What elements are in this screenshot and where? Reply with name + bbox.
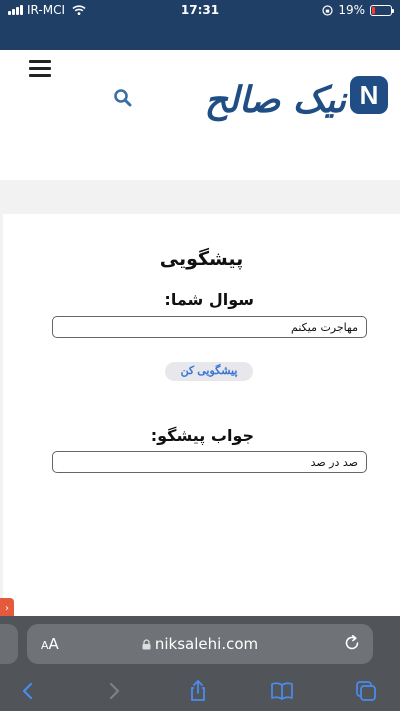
answer-label: جواب پیشگو: <box>150 426 254 445</box>
site-logo[interactable]: نیک صالح N <box>178 70 388 130</box>
menu-icon[interactable] <box>29 60 51 77</box>
page-title: پیشگویی <box>159 248 244 270</box>
logo-text: نیک صالح <box>204 79 346 121</box>
prediction-card: پیشگویی سوال شما: پیشگویی کن جواب پیشگو: <box>3 214 400 624</box>
site-header: نیک صالح N <box>0 50 400 180</box>
share-icon[interactable] <box>186 679 210 703</box>
back-icon[interactable] <box>16 679 40 703</box>
predict-button[interactable]: پیشگویی کن <box>165 362 253 381</box>
reload-icon[interactable] <box>343 634 361 652</box>
answer-field <box>52 451 367 473</box>
address-bar[interactable]: AA niksalehi.com <box>27 624 373 664</box>
status-right: 19% <box>322 3 394 17</box>
question-label: سوال شما: <box>164 290 254 309</box>
forward-icon[interactable] <box>102 679 126 703</box>
browser-address-area: AA niksalehi.com <box>0 616 400 672</box>
battery-icon <box>370 4 394 16</box>
battery-percent: 19% <box>338 3 365 17</box>
status-bar: IR-MCI 17:31 19% <box>0 0 400 50</box>
search-icon[interactable] <box>113 88 133 108</box>
orientation-lock-icon <box>322 4 333 16</box>
previous-tab-preview[interactable] <box>0 624 18 664</box>
url-text: niksalehi.com <box>154 635 259 653</box>
lock-icon <box>142 639 151 650</box>
tabs-icon[interactable] <box>354 679 378 703</box>
logo-mark-icon: N <box>350 76 388 114</box>
browser-toolbar <box>0 672 400 711</box>
bookmarks-icon[interactable] <box>270 679 294 703</box>
question-input[interactable] <box>52 316 367 338</box>
url-display[interactable]: niksalehi.com <box>27 635 373 653</box>
